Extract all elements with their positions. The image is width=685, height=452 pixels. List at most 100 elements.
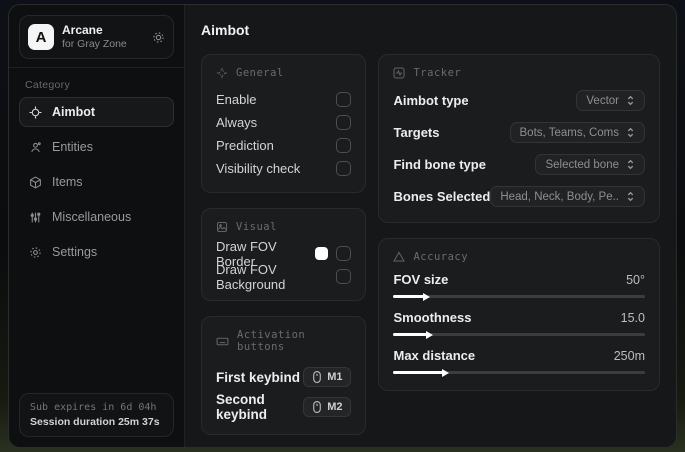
- general-card: General Enable Always Prediction Visibil…: [201, 54, 367, 193]
- toggle-row-visibility-check: Visibility check: [216, 157, 352, 180]
- slider-fill: [393, 368, 449, 377]
- toggle-label: Prediction: [216, 138, 274, 153]
- sidebar-item-label: Aimbot: [52, 105, 96, 120]
- mouse-icon: [312, 371, 322, 383]
- slider-value: 50°: [626, 272, 645, 287]
- accuracy-card: Accuracy FOV size 50° Smoothness 15.0 Ma…: [378, 238, 660, 391]
- mouse-icon: [312, 401, 322, 413]
- card-title: Activation buttons: [237, 329, 306, 353]
- slider-row-smoothness: Smoothness 15.0: [393, 310, 645, 339]
- sub-expires-text: Sub expires in 6d 04h: [30, 402, 157, 413]
- slider-label: Smoothness: [393, 310, 472, 325]
- targets-dropdown[interactable]: Bots, Teams, Coms: [509, 122, 645, 143]
- subscription-info: Sub expires in 6d 04h Session duration 2…: [19, 393, 174, 437]
- visibility-check-checkbox[interactable]: [336, 161, 352, 176]
- prediction-checkbox[interactable]: [336, 138, 352, 153]
- entities-icon: [29, 141, 42, 154]
- max-distance-slider[interactable]: [393, 368, 645, 377]
- slider-fill: [393, 292, 430, 301]
- sidebar-item-miscellaneous[interactable]: Miscellaneous: [19, 202, 174, 232]
- sidebar-divider: [9, 67, 184, 69]
- app-header: A Arcane for Gray Zone: [19, 15, 174, 60]
- sidebar: A Arcane for Gray Zone Category Aimbot E…: [9, 5, 185, 447]
- app-logo: A: [28, 24, 54, 51]
- dropdown-value: Head, Neck, Body, Pe..: [500, 190, 619, 203]
- slider-value: 250m: [613, 348, 645, 363]
- toggle-row-enable: Enable: [216, 88, 352, 111]
- page-title: Aimbot: [201, 22, 250, 38]
- slider-thumb[interactable]: [441, 368, 449, 377]
- card-title: Tracker: [413, 67, 462, 79]
- cube-icon: [29, 176, 42, 189]
- sidebar-item-settings[interactable]: Settings: [19, 237, 174, 267]
- card-title: General: [236, 67, 284, 79]
- header-gear-button[interactable]: [152, 31, 165, 44]
- keybind-value: M1: [327, 371, 343, 383]
- keyboard-icon: [216, 335, 229, 348]
- dropdown-label: Find bone type: [393, 157, 486, 172]
- sidebar-nav: Aimbot Entities Items Miscellaneous Sett…: [9, 97, 184, 272]
- slider-label: Max distance: [393, 348, 476, 363]
- keybind-value: M2: [327, 401, 343, 413]
- card-title: Visual: [236, 221, 277, 233]
- bones-selected-dropdown[interactable]: Head, Neck, Body, Pe..: [490, 186, 645, 207]
- enable-checkbox[interactable]: [336, 92, 352, 107]
- crosshair-icon: [29, 106, 42, 119]
- tracker-card: Tracker Aimbot type Vector Targets Bots,…: [378, 54, 660, 223]
- slider-thumb[interactable]: [422, 292, 430, 301]
- draw-fov-border-checkbox[interactable]: [336, 246, 352, 261]
- slider-row-fov-size: FOV size 50°: [393, 272, 645, 301]
- toggle-label: Draw FOV Background: [216, 261, 286, 292]
- second-keybind-button[interactable]: M2: [303, 397, 352, 417]
- keybind-row-first: First keybind M1: [216, 362, 352, 392]
- toggle-row-always: Always: [216, 111, 352, 134]
- sidebar-item-label: Settings: [52, 245, 98, 260]
- dropdown-value: Bots, Teams, Coms: [519, 126, 620, 139]
- dropdown-value: Vector: [586, 94, 619, 107]
- sidebar-item-label: Entities: [52, 140, 93, 155]
- dropdown-row-aimbot-type: Aimbot type Vector: [393, 90, 645, 111]
- fov-size-slider[interactable]: [393, 292, 645, 301]
- chevron-up-down-icon: [626, 127, 635, 138]
- toggle-label: Enable: [216, 92, 257, 107]
- sidebar-item-items[interactable]: Items: [19, 167, 174, 197]
- dropdown-label: Aimbot type: [393, 93, 469, 108]
- sidebar-item-label: Items: [52, 175, 83, 190]
- aimbot-type-dropdown[interactable]: Vector: [576, 90, 645, 111]
- sidebar-item-aimbot[interactable]: Aimbot: [19, 97, 174, 128]
- activation-buttons-card: Activation buttons First keybind M1 Seco…: [201, 316, 367, 435]
- main-content: Aimbot General Enable Always Prediction …: [185, 5, 676, 447]
- image-icon: [216, 221, 228, 233]
- dropdown-value: Selected bone: [545, 158, 619, 171]
- gear-icon: [29, 246, 42, 259]
- slider-value: 15.0: [620, 310, 645, 325]
- gear-icon: [152, 31, 165, 44]
- slider-label: FOV size: [393, 272, 449, 287]
- sidebar-item-label: Miscellaneous: [52, 210, 132, 225]
- session-duration-text: Session duration 25m 37s: [30, 416, 160, 428]
- chevron-up-down-icon: [626, 95, 635, 106]
- slider-thumb[interactable]: [426, 330, 434, 339]
- first-keybind-button[interactable]: M1: [303, 367, 352, 387]
- sidebar-item-entities[interactable]: Entities: [19, 132, 174, 162]
- fov-border-color-swatch[interactable]: [315, 247, 329, 260]
- smoothness-slider[interactable]: [393, 330, 645, 339]
- app-window: A Arcane for Gray Zone Category Aimbot E…: [8, 4, 677, 448]
- dropdown-label: Bones Selected: [393, 189, 491, 204]
- find-bone-type-dropdown[interactable]: Selected bone: [535, 154, 645, 175]
- toggle-label: Visibility check: [216, 161, 301, 176]
- keybind-row-second: Second keybind M2: [216, 392, 352, 422]
- app-name: Arcane: [62, 23, 103, 37]
- always-checkbox[interactable]: [336, 115, 352, 130]
- dropdown-row-bones-selected: Bones Selected Head, Neck, Body, Pe..: [393, 186, 645, 207]
- app-subtitle: for Gray Zone: [62, 38, 127, 50]
- category-label: Category: [25, 79, 71, 92]
- activity-icon: [393, 67, 405, 79]
- dropdown-row-targets: Targets Bots, Teams, Coms: [393, 122, 645, 143]
- card-title: Accuracy: [413, 251, 469, 263]
- draw-fov-background-checkbox[interactable]: [336, 269, 352, 284]
- dropdown-label: Targets: [393, 125, 440, 140]
- slider-fill: [393, 330, 434, 339]
- crosshair-icon: [216, 67, 228, 79]
- chevron-up-down-icon: [626, 159, 635, 170]
